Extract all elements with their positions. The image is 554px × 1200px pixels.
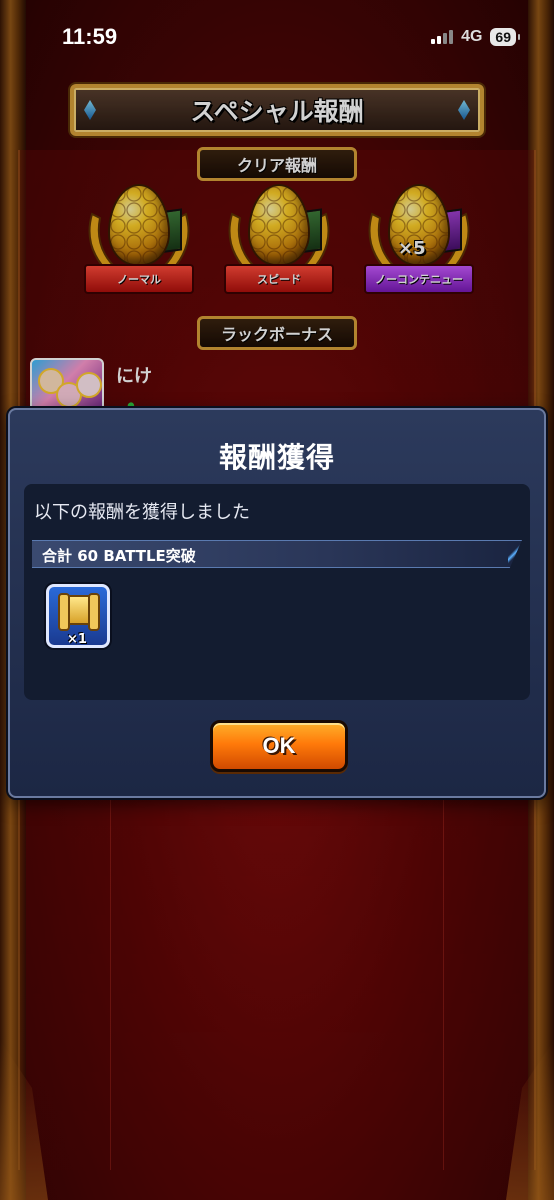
status-bar: 11:59 4G 69 (0, 0, 554, 74)
status-time: 11:59 (62, 24, 118, 49)
item-quantity: ×1 (67, 632, 87, 647)
mission-banner: 合計 60 BATTLE突破 (32, 540, 522, 568)
scroll-icon (58, 593, 100, 631)
reward-dialog: 報酬獲得 以下の報酬を獲得しました 合計 60 BATTLE突破 ×1 OK (8, 408, 546, 798)
dialog-body: 以下の報酬を獲得しました 合計 60 BATTLE突破 ×1 (24, 484, 530, 700)
mission-text: 合計 60 BATTLE突破 (42, 547, 196, 565)
signal-icon (431, 30, 454, 44)
reward-item[interactable]: ×1 (46, 584, 110, 648)
dialog-message: 以下の報酬を獲得しました (34, 502, 250, 523)
status-indicators: 4G 69 (431, 28, 520, 46)
battery-icon: 69 (490, 28, 520, 46)
dialog-title: 報酬獲得 (218, 441, 335, 474)
network-label: 4G (461, 28, 483, 45)
ok-button[interactable]: OK (210, 720, 348, 772)
